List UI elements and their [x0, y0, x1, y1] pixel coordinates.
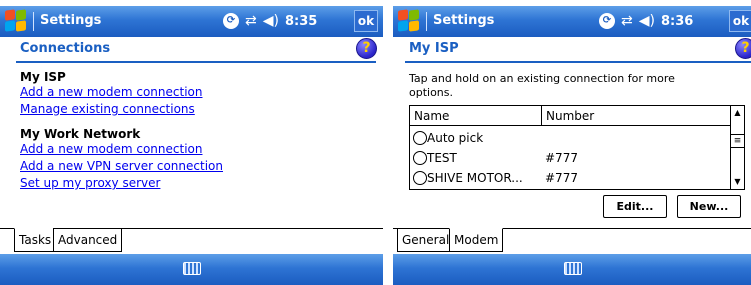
new-button[interactable]: New...	[677, 195, 741, 218]
menu-bar	[393, 254, 751, 285]
link-add-vpn[interactable]: Add a new VPN server connection	[20, 159, 223, 173]
tab-advanced[interactable]: Advanced	[53, 228, 123, 252]
status-icons: ⟳ ⇄ ◀) 8:35	[223, 11, 317, 31]
cell-number: #777	[545, 151, 578, 165]
page-title: My ISP	[409, 41, 459, 56]
scroll-down-arrow-icon[interactable]: ▼	[731, 175, 744, 189]
tab-tasks[interactable]: Tasks	[14, 228, 57, 252]
ok-button[interactable]: ok	[729, 10, 751, 32]
column-header-number[interactable]: Number	[542, 106, 594, 126]
tab-modem[interactable]: Modem	[449, 228, 504, 252]
group-title-my-work-network: My Work Network	[20, 127, 141, 141]
tab-bar: Tasks Advanced	[0, 228, 383, 254]
link-manage-connections[interactable]: Manage existing connections	[20, 102, 195, 116]
app-title: Settings	[40, 13, 102, 28]
connectivity-arrows-icon[interactable]: ⇄	[621, 11, 633, 31]
help-icon[interactable]: ?	[356, 38, 377, 59]
cell-name: Auto pick	[427, 131, 484, 145]
scroll-up-arrow-icon[interactable]: ▲	[731, 106, 744, 120]
speaker-icon[interactable]: ◀)	[263, 11, 279, 31]
windows-flag-icon[interactable]	[4, 9, 28, 33]
scroll-thumb[interactable]: ≡	[731, 134, 744, 148]
clock[interactable]: 8:35	[285, 14, 317, 29]
status-icons: ⟳ ⇄ ◀) 8:36	[599, 11, 693, 31]
title-bar: Settings ⟳ ⇄ ◀) 8:36 ok	[393, 6, 751, 37]
windows-flag-icon[interactable]	[397, 9, 421, 33]
radio-button[interactable]	[413, 131, 427, 145]
tab-bar: General Modem	[393, 228, 751, 254]
connections-screen: Settings ⟳ ⇄ ◀) 8:35 ok Connections ? My…	[0, 0, 383, 285]
connectivity-arrows-icon[interactable]: ⇄	[245, 11, 257, 31]
header-divider	[405, 61, 751, 63]
column-header-name[interactable]: Name	[410, 106, 449, 126]
link-add-modem-isp[interactable]: Add a new modem connection	[20, 85, 202, 99]
screen-gap	[383, 0, 393, 285]
cell-number: #777	[545, 171, 578, 185]
title-bar: Settings ⟳ ⇄ ◀) 8:35 ok	[0, 6, 383, 37]
cell-name: SHIVE MOTOR...	[427, 171, 523, 185]
keyboard-icon[interactable]	[183, 262, 201, 275]
table-row[interactable]: Auto pick	[410, 128, 730, 148]
edit-button[interactable]: Edit...	[603, 195, 667, 218]
link-proxy-server[interactable]: Set up my proxy server	[20, 176, 160, 190]
app-title: Settings	[433, 13, 495, 28]
vertical-scrollbar[interactable]: ▲ ≡ ▼	[730, 106, 744, 189]
title-separator	[33, 12, 34, 31]
speaker-icon[interactable]: ◀)	[639, 11, 655, 31]
menu-bar	[0, 254, 383, 285]
ok-button[interactable]: ok	[354, 10, 378, 32]
title-separator	[426, 12, 427, 31]
header-divider	[16, 61, 376, 63]
connections-table[interactable]: Name Number Auto pick TEST #777 SHIVE MO…	[409, 105, 745, 190]
table-header: Name Number	[410, 106, 730, 126]
group-title-my-isp: My ISP	[20, 70, 66, 84]
radio-button[interactable]	[413, 171, 427, 185]
instruction-text: Tap and hold on an existing connection f…	[409, 72, 675, 99]
radio-button[interactable]	[413, 151, 427, 165]
clock[interactable]: 8:36	[661, 14, 693, 29]
tab-general[interactable]: General	[397, 228, 455, 252]
activesync-icon[interactable]: ⟳	[223, 13, 239, 29]
my-isp-screen: Settings ⟳ ⇄ ◀) 8:36 ok My ISP ? Tap and…	[393, 0, 751, 285]
activesync-icon[interactable]: ⟳	[599, 13, 615, 29]
link-add-modem-work[interactable]: Add a new modem connection	[20, 142, 202, 156]
table-row[interactable]: SHIVE MOTOR... #777	[410, 168, 730, 188]
help-icon[interactable]: ?	[735, 38, 751, 59]
cell-name: TEST	[427, 151, 457, 165]
keyboard-icon[interactable]	[564, 262, 582, 275]
table-row[interactable]: TEST #777	[410, 148, 730, 168]
page-title: Connections	[20, 41, 111, 56]
